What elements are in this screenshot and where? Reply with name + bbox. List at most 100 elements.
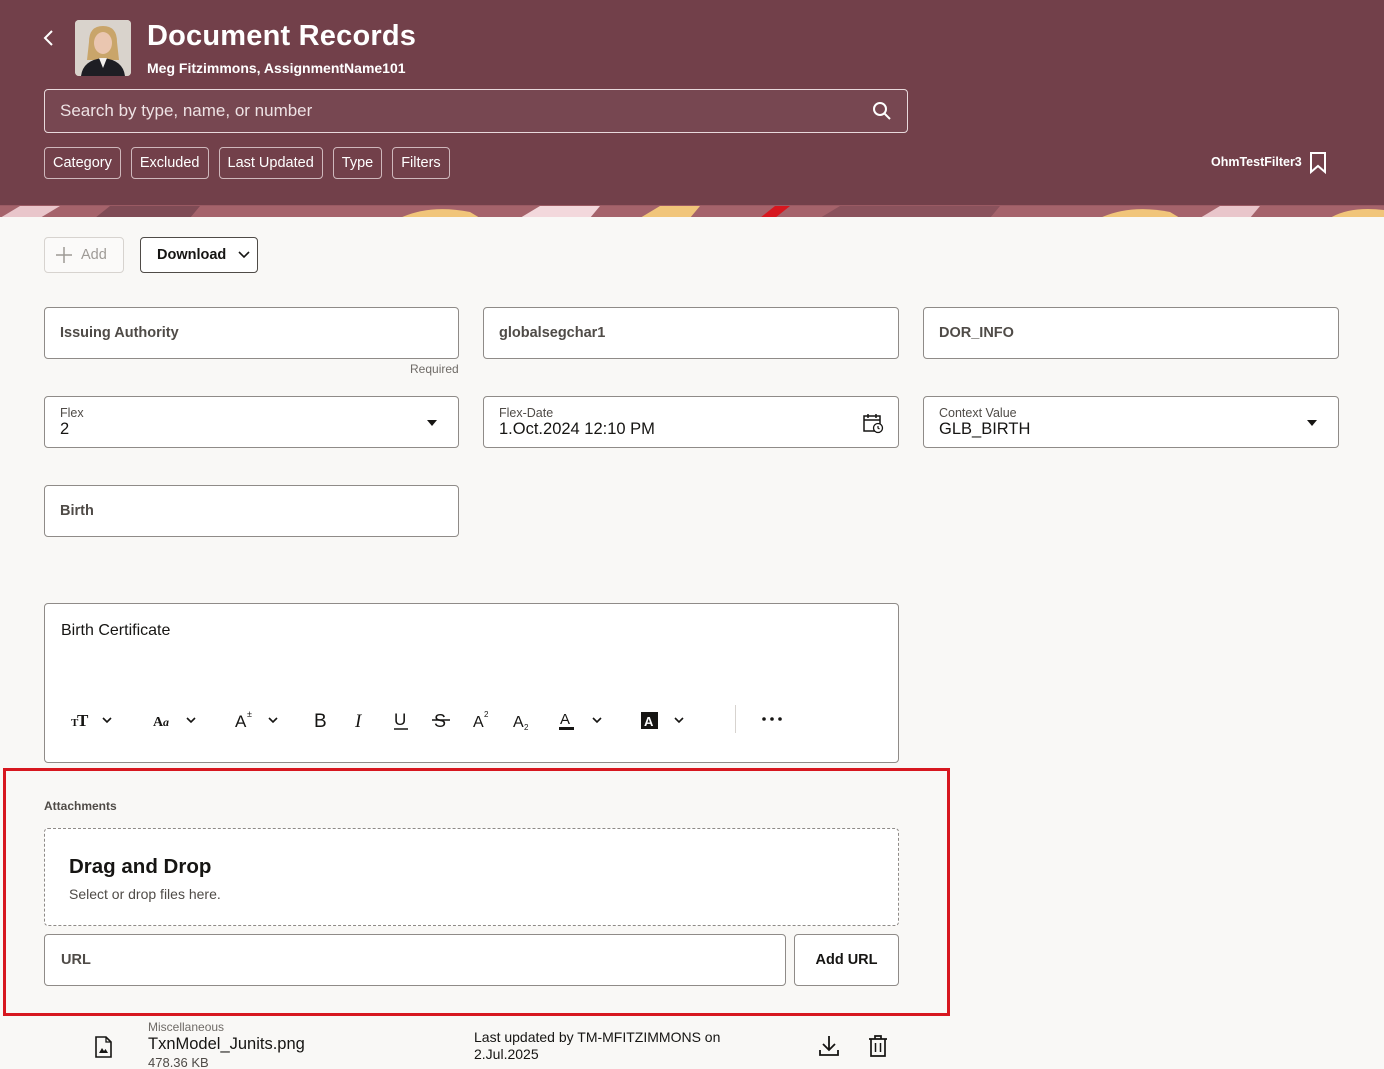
svg-text:2: 2: [524, 723, 529, 732]
chevron-down-icon: [238, 251, 250, 259]
svg-text:A: A: [473, 714, 484, 731]
underline-button[interactable]: U: [391, 705, 411, 735]
search-bar: [44, 89, 908, 133]
highlight-color-button[interactable]: A: [639, 705, 685, 735]
bold-button[interactable]: B: [311, 705, 331, 735]
caret-down-icon: [1307, 420, 1317, 426]
toolbar-divider: [735, 705, 736, 733]
download-button-label: Download: [157, 247, 227, 263]
filter-chips: Category Excluded Last Updated Type Filt…: [44, 147, 450, 179]
underline-icon: U: [394, 710, 408, 730]
page-header: Document Records Meg Fitzimmons, Assignm…: [0, 0, 1384, 205]
dropzone-subtitle: Select or drop files here.: [69, 886, 221, 902]
font-icon: A a: [153, 715, 196, 730]
svg-text:I: I: [354, 711, 363, 732]
flex-label: Flex: [60, 406, 84, 420]
svg-text:A: A: [560, 711, 570, 728]
file-name-link[interactable]: TxnModel_Junits.png: [148, 1035, 305, 1054]
avatar: [75, 20, 131, 76]
font-size-icon: A ±: [235, 709, 278, 731]
svg-text:T: T: [77, 711, 89, 730]
svg-text:±: ±: [247, 709, 252, 719]
filter-chip-category[interactable]: Category: [44, 147, 121, 179]
file-updated-date: 2.Jul.2025: [474, 1046, 539, 1062]
calendar-icon[interactable]: [862, 412, 884, 434]
file-dropzone[interactable]: Drag and Drop Select or drop files here.: [44, 828, 899, 926]
saved-filter-label[interactable]: OhmTestFilter3: [1211, 155, 1302, 169]
search-input[interactable]: [45, 90, 845, 132]
file-updated-info: Last updated by TM-MFITZIMMONS on 2.Jul.…: [474, 1029, 754, 1063]
font-color-button[interactable]: A: [557, 705, 603, 735]
svg-text:A: A: [513, 714, 524, 731]
bold-icon: B: [314, 711, 327, 732]
filter-chip-type[interactable]: Type: [332, 147, 383, 179]
globalsegchar1-placeholder: globalsegchar1: [499, 325, 606, 341]
superscript-icon: A2: [473, 710, 489, 731]
svg-text:A: A: [644, 714, 654, 729]
url-input[interactable]: [45, 935, 785, 985]
filter-chip-filters[interactable]: Filters: [392, 147, 450, 179]
search-icon[interactable]: [871, 100, 893, 122]
file-category: Miscellaneous: [148, 1020, 225, 1034]
download-icon[interactable]: [818, 1034, 840, 1058]
context-value-value: GLB_BIRTH: [939, 420, 1031, 438]
flex-select[interactable]: Flex 2: [44, 396, 459, 448]
filter-chip-excluded[interactable]: Excluded: [130, 147, 209, 179]
url-field: [44, 934, 786, 986]
strikethrough-icon: S: [432, 711, 450, 731]
font-size-button[interactable]: A ±: [233, 705, 279, 735]
flex-date-value: 1.Oct.2024 12:10 PM: [499, 420, 655, 438]
add-button[interactable]: Add: [44, 237, 124, 273]
svg-text:U: U: [394, 710, 406, 729]
dor-info-placeholder: DOR_INFO: [939, 325, 1014, 341]
decorative-banner: [0, 205, 1384, 217]
svg-text:a: a: [163, 715, 169, 729]
globalsegchar1-field[interactable]: globalsegchar1: [483, 307, 899, 359]
plus-icon: [56, 247, 72, 263]
file-updated-by: Last updated by TM-MFITZIMMONS on: [474, 1029, 721, 1045]
issuing-authority-field[interactable]: Issuing Authority: [44, 307, 459, 359]
svg-text:A: A: [235, 712, 247, 731]
strikethrough-button[interactable]: S: [431, 705, 451, 735]
more-options-button[interactable]: [761, 705, 783, 735]
font-button[interactable]: A a: [151, 705, 197, 735]
highlight-color-icon: A: [641, 712, 684, 729]
svg-text:2: 2: [484, 710, 489, 719]
add-button-label: Add: [81, 247, 107, 263]
page-subtitle: Meg Fitzimmons, AssignmentName101: [147, 60, 406, 76]
birth-placeholder: Birth: [60, 503, 94, 519]
flex-value: 2: [60, 420, 70, 438]
flex-date-field[interactable]: Flex-Date 1.Oct.2024 12:10 PM: [483, 396, 899, 448]
italic-button[interactable]: I: [351, 705, 371, 735]
text-style-icon: T T: [71, 711, 112, 730]
page-title: Document Records: [147, 20, 417, 52]
italic-icon: I: [354, 711, 363, 732]
file-size: 478.36 KB: [148, 1055, 209, 1069]
subscript-icon: A2: [513, 714, 529, 732]
subscript-button[interactable]: A2: [511, 705, 531, 735]
filter-chip-last-updated[interactable]: Last Updated: [218, 147, 323, 179]
text-style-button[interactable]: T T: [69, 705, 113, 735]
context-value-select[interactable]: Context Value GLB_BIRTH: [923, 396, 1339, 448]
birth-field[interactable]: Birth: [44, 485, 459, 537]
image-file-icon: [94, 1036, 112, 1058]
add-url-button[interactable]: Add URL: [794, 934, 899, 986]
dor-info-field[interactable]: DOR_INFO: [923, 307, 1339, 359]
bookmark-icon[interactable]: [1307, 151, 1329, 175]
attachments-label: Attachments: [44, 799, 117, 813]
issuing-authority-placeholder: Issuing Authority: [60, 325, 179, 341]
font-color-icon: A: [559, 711, 602, 730]
caret-down-icon: [427, 420, 437, 426]
trash-icon[interactable]: [867, 1034, 889, 1058]
dropzone-title: Drag and Drop: [69, 855, 212, 878]
superscript-button[interactable]: A2: [471, 705, 491, 735]
more-icon: [762, 717, 782, 721]
rich-text-content[interactable]: Birth Certificate: [61, 622, 170, 640]
back-icon[interactable]: [38, 27, 60, 49]
download-button[interactable]: Download: [140, 237, 258, 273]
rich-text-editor[interactable]: Birth Certificate T T A a A ± B I U S A …: [44, 603, 899, 763]
flex-date-label: Flex-Date: [499, 406, 554, 420]
required-note: Required: [410, 362, 459, 376]
context-value-label: Context Value: [939, 406, 1017, 420]
svg-text:B: B: [314, 711, 327, 732]
